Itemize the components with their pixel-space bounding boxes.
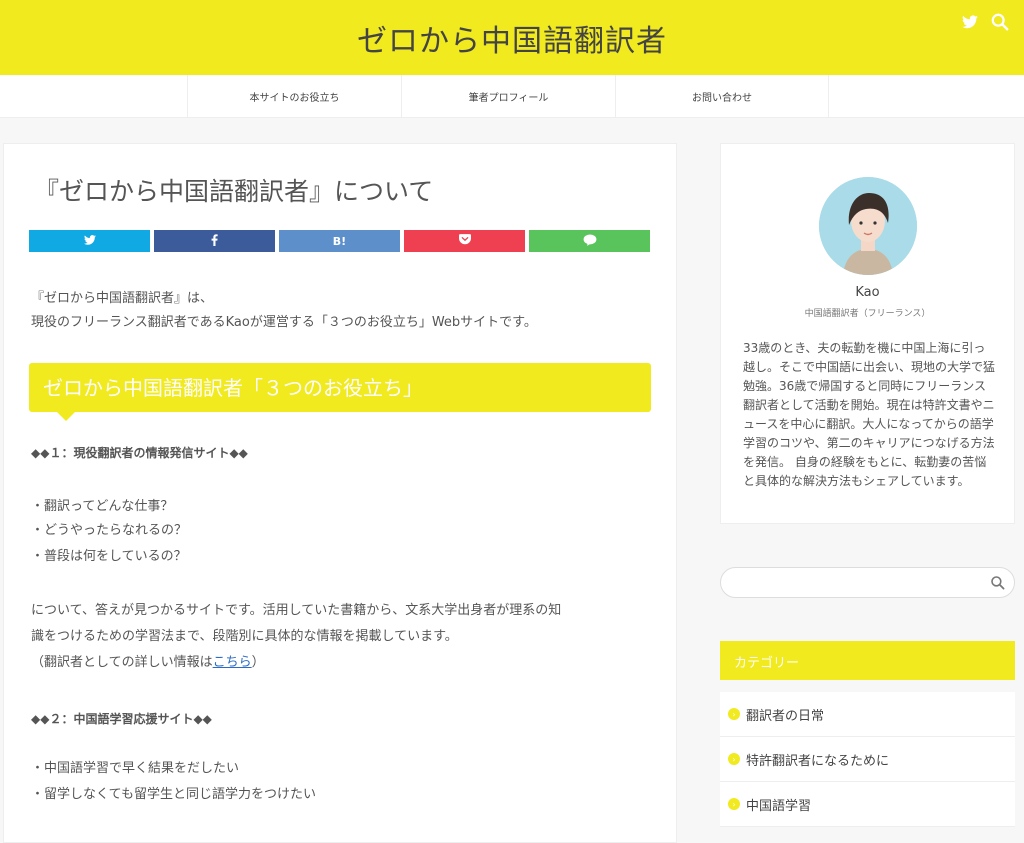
site-header: ゼロから中国語翻訳者 bbox=[0, 0, 1024, 75]
sub-heading-2: ◆◆２：中国語学習応援サイト◆◆ bbox=[31, 712, 212, 726]
category-label: 翻訳者の日常 bbox=[746, 708, 825, 724]
desc-line-3: （翻訳者としての詳しい情報はこちら） bbox=[31, 650, 265, 676]
list-item: ・どうやったらなれるの？ bbox=[31, 523, 188, 538]
share-hatena-button[interactable]: B! bbox=[279, 230, 400, 252]
category-item-patent[interactable]: › 特許翻訳者になるために bbox=[720, 737, 1015, 782]
desc-line-2: 識をつけるための学習法まで、段階別に具体的な情報を掲載しています。 bbox=[31, 629, 458, 644]
nav-item-profile[interactable]: 筆者プロフィール bbox=[401, 75, 615, 118]
twitter-icon bbox=[83, 234, 96, 248]
share-pocket-button[interactable] bbox=[404, 230, 525, 252]
facebook-icon bbox=[211, 233, 218, 249]
category-label: 特許翻訳者になるために bbox=[746, 753, 890, 769]
category-label: 中国語学習 bbox=[746, 798, 812, 814]
share-facebook-button[interactable] bbox=[154, 230, 275, 252]
profile-name: Kao bbox=[855, 285, 880, 300]
search-icon[interactable] bbox=[990, 12, 1010, 32]
nav-item-contact[interactable]: お問い合わせ bbox=[615, 75, 829, 118]
intro-line-1: 『ゼロから中国語翻訳者』は、 bbox=[31, 291, 214, 306]
share-line-button[interactable] bbox=[529, 230, 650, 252]
line-icon bbox=[583, 233, 597, 249]
pocket-icon bbox=[458, 234, 471, 248]
global-nav: 本サイトのお役立ち 筆者プロフィール お問い合わせ bbox=[0, 75, 1024, 118]
header-icons bbox=[960, 12, 1010, 32]
sidebar-search-input[interactable] bbox=[720, 567, 1015, 598]
list-item: ・翻訳ってどんな仕事？ bbox=[31, 499, 174, 514]
category-item-chinese[interactable]: › 中国語学習 bbox=[720, 782, 1015, 827]
section-heading: ゼロから中国語翻訳者「３つのお役立ち」 bbox=[29, 363, 651, 421]
nav-items: 本サイトのお役立ち 筆者プロフィール お問い合わせ bbox=[187, 75, 829, 118]
chevron-right-icon: › bbox=[728, 798, 740, 810]
search-icon[interactable] bbox=[990, 575, 1006, 591]
profile-bio: 33歳のとき、夫の転勤を機に中国上海に引っ越し。そこで中国語に出会い、現地の大学… bbox=[743, 341, 996, 488]
intro-line-2: 現役のフリーランス翻訳者であるKaoが運営する「３つのお役立ち」Webサイトです… bbox=[31, 315, 537, 330]
hatena-bookmark-icon: B! bbox=[332, 234, 347, 248]
nav-item-useful[interactable]: 本サイトのお役立ち bbox=[187, 75, 401, 118]
translator-info-link[interactable]: こちら bbox=[213, 655, 252, 670]
twitter-icon[interactable] bbox=[960, 12, 980, 32]
list-item: ・留学しなくても留学生と同じ語学力をつけたい bbox=[31, 787, 316, 802]
desc-line-3-prefix: （翻訳者としての詳しい情報は bbox=[31, 655, 213, 670]
profile-widget: Kao 中国語翻訳者（フリーランス） 33歳のとき、夫の転勤を機に中国上海に引っ… bbox=[720, 143, 1015, 524]
share-twitter-button[interactable] bbox=[29, 230, 150, 252]
category-item-daily[interactable]: › 翻訳者の日常 bbox=[720, 692, 1015, 737]
article-main: 『ゼロから中国語翻訳者』について B! 『ゼロから中国語翻訳者』は、 現役のフリ bbox=[3, 143, 677, 843]
profile-role: 中国語翻訳者（フリーランス） bbox=[804, 309, 931, 319]
list-item: ・中国語学習で早く結果をだしたい bbox=[31, 761, 240, 776]
desc-line-1: について、答えが見つかるサイトです。活用していた書籍から、文系大学出身者が理系の… bbox=[31, 603, 562, 618]
chevron-right-icon: › bbox=[728, 753, 740, 765]
share-buttons: B! bbox=[29, 230, 650, 252]
list-item: ・普段は何をしているの？ bbox=[31, 549, 187, 564]
sub-heading-1: ◆◆１：現役翻訳者の情報発信サイト◆◆ bbox=[31, 446, 248, 460]
article-title: 『ゼロから中国語翻訳者』について bbox=[34, 177, 434, 206]
category-heading: カテゴリー bbox=[720, 641, 1015, 680]
avatar bbox=[819, 177, 917, 275]
chevron-right-icon: › bbox=[728, 708, 740, 720]
site-title[interactable]: ゼロから中国語翻訳者 bbox=[0, 16, 1024, 60]
desc-line-3-suffix: ） bbox=[251, 655, 265, 670]
